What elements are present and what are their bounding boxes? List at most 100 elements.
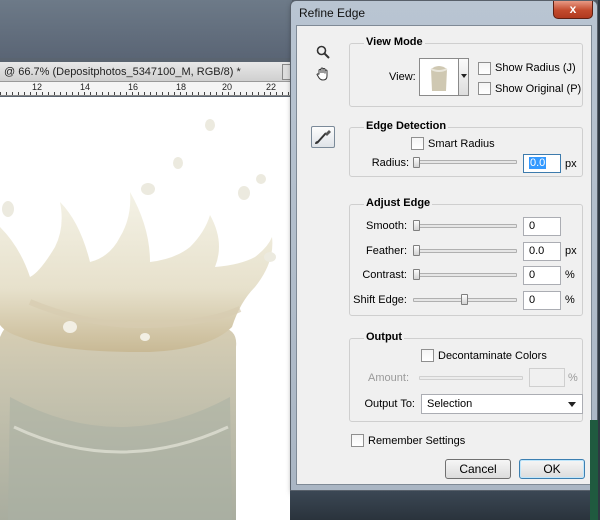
decontaminate-colors-checkbox[interactable]: [421, 349, 434, 362]
show-original-checkbox[interactable]: [478, 82, 491, 95]
ruler-tick: [24, 92, 25, 95]
ruler-tick: [30, 92, 31, 95]
ruler-tick: [6, 92, 7, 95]
view-mode-dropdown[interactable]: [459, 58, 469, 96]
horizontal-ruler: 12 14 16 18 20 22: [0, 82, 292, 96]
ruler-tick: [84, 92, 85, 95]
document-canvas[interactable]: [0, 97, 292, 520]
contrast-label: Contrast:: [362, 269, 407, 281]
ruler-label: 16: [128, 82, 139, 92]
remember-settings-checkbox[interactable]: [351, 434, 364, 447]
ruler-tick: [276, 92, 277, 95]
refine-radius-tool-button[interactable]: [311, 126, 335, 148]
ruler-tick: [174, 92, 175, 95]
ruler-tick: [90, 92, 91, 95]
ruler-tick: [258, 92, 259, 95]
radius-unit: px: [565, 158, 577, 170]
ruler-tick: [162, 92, 163, 95]
amount-input: [529, 368, 565, 387]
ruler-tick: [18, 92, 19, 95]
ruler-tick: [138, 92, 139, 95]
contrast-input[interactable]: 0: [523, 266, 561, 285]
smart-radius-label: Smart Radius: [428, 138, 495, 150]
feather-value: 0.0: [529, 245, 545, 257]
ruler-tick: [66, 92, 67, 95]
ruler-tick: [192, 92, 193, 95]
document-tab-title: @ 66.7% (Depositphotos_5347100_M, RGB/8)…: [4, 66, 241, 78]
feather-unit: px: [565, 245, 577, 257]
smooth-value: 0: [529, 220, 536, 232]
ok-button[interactable]: OK: [519, 459, 585, 479]
ruler-tick: [54, 92, 55, 95]
output-to-label: Output To:: [364, 398, 415, 410]
ruler-tick: [102, 92, 103, 95]
ruler-tick: [198, 92, 199, 95]
smooth-input[interactable]: 0: [523, 217, 561, 236]
output-to-select[interactable]: Selection: [421, 394, 583, 414]
remember-settings-label: Remember Settings: [368, 435, 466, 447]
ruler-label: 18: [176, 82, 187, 92]
chevron-down-icon: [568, 402, 576, 407]
amount-slider-track: [419, 376, 523, 380]
chevron-down-icon: [461, 74, 467, 78]
document-tab[interactable]: @ 66.7% (Depositphotos_5347100_M, RGB/8)…: [0, 62, 292, 82]
ruler-tick: [0, 92, 1, 95]
ruler-tick: [132, 92, 133, 95]
smooth-slider-thumb[interactable]: [413, 220, 420, 231]
ruler-tick: [78, 92, 79, 95]
ruler-tick: [72, 92, 73, 95]
edge-detection-heading: Edge Detection: [364, 120, 449, 132]
ruler-label: 14: [80, 82, 91, 92]
shift-edge-value: 0: [529, 294, 536, 306]
hand-icon[interactable]: [313, 66, 333, 86]
contrast-slider-thumb[interactable]: [413, 269, 420, 280]
close-button[interactable]: x: [553, 1, 593, 19]
radius-value: 0.0: [529, 157, 547, 169]
ruler-tick: [264, 92, 265, 95]
radius-slider-thumb[interactable]: [413, 157, 420, 168]
show-original-label: Show Original (P): [495, 83, 582, 95]
ruler-tick: [96, 92, 97, 95]
ruler-tick: [288, 92, 289, 95]
shift-edge-unit: %: [565, 294, 575, 306]
cancel-button[interactable]: Cancel: [445, 459, 511, 479]
smooth-label: Smooth:: [366, 220, 407, 232]
contrast-slider-track[interactable]: [413, 273, 517, 277]
ruler-tick: [270, 92, 271, 95]
shift-edge-input[interactable]: 0: [523, 291, 561, 310]
ruler-tick: [240, 92, 241, 95]
view-preview-icon: [420, 59, 458, 95]
ruler-tick: [252, 92, 253, 95]
dialog-title: Refine Edge: [299, 6, 366, 20]
ruler-tick: [168, 92, 169, 95]
view-mode-thumbnail[interactable]: [419, 58, 459, 96]
shift-edge-slider-thumb[interactable]: [461, 294, 468, 305]
zoom-icon[interactable]: [313, 44, 333, 64]
ruler-label: 12: [32, 82, 43, 92]
feather-slider-track[interactable]: [413, 249, 517, 253]
ruler-tick: [36, 92, 37, 95]
smart-radius-checkbox[interactable]: [411, 137, 424, 150]
ruler-tick: [204, 92, 205, 95]
close-icon: x: [569, 2, 577, 16]
decontaminate-colors-label: Decontaminate Colors: [438, 350, 547, 362]
ruler-tick: [120, 92, 121, 95]
workspace-background: [0, 0, 292, 58]
amount-label: Amount:: [368, 372, 409, 384]
refine-edge-dialog: Refine Edge x View Mode View: Show Radiu…: [290, 0, 598, 491]
radius-input[interactable]: 0.0: [523, 154, 561, 173]
ruler-tick: [210, 92, 211, 95]
view-mode-heading: View Mode: [364, 36, 425, 48]
ruler-tick: [48, 92, 49, 95]
dialog-titlebar[interactable]: Refine Edge x: [291, 1, 597, 25]
ruler-tick: [156, 92, 157, 95]
radius-slider-track[interactable]: [413, 160, 517, 164]
ruler-label: 22: [266, 82, 277, 92]
feather-slider-thumb[interactable]: [413, 245, 420, 256]
feather-input[interactable]: 0.0: [523, 242, 561, 261]
smooth-slider-track[interactable]: [413, 224, 517, 228]
adjust-edge-heading: Adjust Edge: [364, 197, 433, 209]
radius-label: Radius:: [371, 157, 409, 169]
contrast-value: 0: [529, 269, 536, 281]
show-radius-checkbox[interactable]: [478, 62, 491, 75]
